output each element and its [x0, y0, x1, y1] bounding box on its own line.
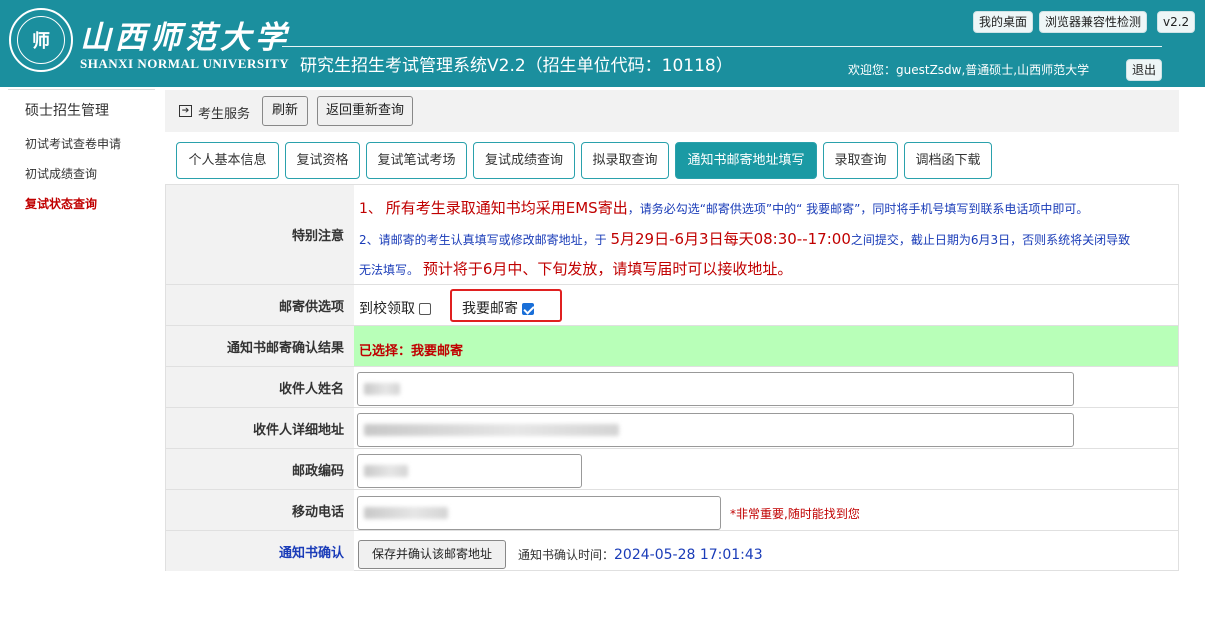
welcome-text: 欢迎您：guestZsdw,普通硕士,山西师范大学: [848, 63, 1090, 77]
postal-code-label: 邮政编码: [166, 449, 354, 489]
tab-mailing-address[interactable]: 通知书邮寄地址填写: [675, 142, 817, 179]
sidebar-item-score-query[interactable]: 初试成绩查询: [25, 165, 97, 182]
recipient-name-row: 收件人姓名: [166, 366, 1178, 407]
university-seal-logo: 师: [9, 8, 73, 72]
university-name-cn: 山西师范大学: [80, 20, 290, 56]
redacted-phone: [364, 507, 448, 519]
mail-checkbox[interactable]: [522, 303, 535, 315]
arrow-right-icon: ➔: [179, 105, 192, 117]
phone-hint: *非常重要,随时能找到您: [730, 507, 860, 521]
recipient-address-label: 收件人详细地址: [166, 408, 354, 448]
pickup-option-label: 到校领取: [359, 301, 415, 317]
confirm-time-text: 通知书确认时间：2024-05-28 17:01:43: [518, 546, 763, 563]
tab-file-transfer-download[interactable]: 调档函下载: [904, 142, 992, 179]
breadcrumb-label: 考生服务: [198, 107, 251, 122]
mobile-phone-input[interactable]: [357, 496, 721, 530]
tab-retest-qualification[interactable]: 复试资格: [285, 142, 360, 179]
result-label: 通知书邮寄确认结果: [166, 326, 354, 366]
mail-option-label: 邮寄供选项: [166, 285, 354, 325]
header-banner: 师 山西师范大学 SHANXI NORMAL UNIVERSITY 研究生招生考…: [0, 0, 1205, 87]
sidebar-item-exam-review[interactable]: 初试考试查卷申请: [25, 135, 121, 152]
result-value-cell: 已选择：我要邮寄: [354, 326, 1178, 366]
notice-label: 特别注意: [166, 185, 354, 284]
tab-written-exam-room[interactable]: 复试笔试考场: [366, 142, 467, 179]
confirm-time-label: 通知书确认时间：: [518, 548, 615, 562]
notice-content: 1、 所有考生录取通知书均采用EMS寄出，请务必勾选“邮寄供选项”中的“ 我要邮…: [354, 185, 1178, 284]
recipient-address-row: 收件人详细地址: [166, 407, 1178, 448]
mobile-phone-label: 移动电话: [166, 490, 354, 530]
mobile-phone-row: 移动电话 *非常重要,随时能找到您: [166, 489, 1178, 530]
redacted-name: [364, 383, 400, 395]
confirm-row: 通知书确认 保存并确认该邮寄地址 通知书确认时间：2024-05-28 17:0…: [166, 530, 1178, 571]
save-confirm-button[interactable]: 保存并确认该邮寄地址: [358, 540, 506, 569]
sidebar-divider: [8, 89, 155, 90]
header-divider: [282, 46, 1162, 47]
system-title: 研究生招生考试管理系统V2.2（招生单位代码：10118）: [300, 56, 733, 76]
recipient-name-cell: [354, 367, 1178, 407]
notice-1-emphasis: 所有考生录取通知书均采用EMS寄出: [385, 199, 628, 217]
notice-2-end: 之间提交，截止日期为6月3日，否则系统将关闭导致: [850, 233, 1131, 247]
tab-retest-score[interactable]: 复试成绩查询: [473, 142, 575, 179]
mobile-phone-cell: *非常重要,随时能找到您: [354, 490, 1178, 530]
tab-personal-info[interactable]: 个人基本信息: [176, 142, 279, 179]
mail-option-row: 邮寄供选项 到校领取 我要邮寄: [166, 284, 1178, 325]
mailing-form: 特别注意 1、 所有考生录取通知书均采用EMS寄出，请务必勾选“邮寄供选项”中的…: [165, 184, 1179, 571]
breadcrumb-bar: ➔ 考生服务 刷新 返回重新查询: [165, 90, 1179, 132]
university-name-en: SHANXI NORMAL UNIVERSITY: [80, 56, 290, 71]
mail-option[interactable]: 我要邮寄: [462, 298, 535, 318]
back-requery-button[interactable]: 返回重新查询: [317, 96, 413, 126]
result-row: 通知书邮寄确认结果 已选择：我要邮寄: [166, 325, 1178, 366]
notice-line-1: 1、 所有考生录取通知书均采用EMS寄出，请务必勾选“邮寄供选项”中的“ 我要邮…: [359, 197, 1088, 218]
postal-code-cell: [354, 449, 1178, 489]
notice-2-dates: 5月29日-6月3日每天08:30--17:00: [610, 230, 851, 248]
logout-button[interactable]: 退出: [1126, 59, 1163, 81]
browser-compat-button[interactable]: 浏览器兼容性检测: [1039, 11, 1148, 33]
postal-code-input[interactable]: [357, 454, 582, 488]
pickup-checkbox[interactable]: [419, 303, 432, 315]
notice-3-emphasis: 预计将于6月中、下旬发放，请填写届时可以接收地址。: [422, 260, 793, 278]
postal-code-row: 邮政编码: [166, 448, 1178, 489]
notice-2-start: 2、请邮寄的考生认真填写或修改邮寄地址，于: [359, 233, 611, 247]
my-desktop-button[interactable]: 我的桌面: [973, 11, 1034, 33]
confirm-cell: 保存并确认该邮寄地址 通知书确认时间：2024-05-28 17:01:43: [354, 531, 1178, 571]
tab-admission-query[interactable]: 录取查询: [823, 142, 898, 179]
mail-option-values: 到校领取 我要邮寄: [354, 285, 1178, 325]
notice-row: 特别注意 1、 所有考生录取通知书均采用EMS寄出，请务必勾选“邮寄供选项”中的…: [166, 185, 1178, 284]
recipient-address-input[interactable]: [357, 413, 1074, 447]
redacted-address: [364, 424, 619, 436]
version-button[interactable]: v2.2: [1157, 11, 1196, 33]
mail-option-label-text: 我要邮寄: [462, 301, 518, 317]
result-value: 已选择：我要邮寄: [359, 344, 464, 359]
notice-3-start: 无法填写。: [359, 263, 420, 277]
confirm-time-value: 2024-05-28 17:01:43: [614, 547, 763, 563]
notice-line-3: 无法填写。 预计将于6月中、下旬发放，请填写届时可以接收地址。: [359, 258, 792, 279]
tab-proposed-admission[interactable]: 拟录取查询: [581, 142, 669, 179]
notice-1-prefix: 1、: [359, 201, 382, 217]
sidebar-heading[interactable]: 硕士招生管理: [25, 100, 109, 120]
pickup-option[interactable]: 到校领取: [359, 298, 432, 318]
confirm-label: 通知书确认: [166, 531, 354, 571]
notice-line-2: 2、请邮寄的考生认真填写或修改邮寄地址，于 5月29日-6月3日每天08:30-…: [359, 228, 1130, 249]
recipient-name-input[interactable]: [357, 372, 1074, 406]
redacted-postal-code: [364, 465, 408, 477]
sidebar-item-retest-status[interactable]: 复试状态查询: [25, 195, 97, 212]
notice-1-rest: ，请务必勾选“邮寄供选项”中的“ 我要邮寄”，同时将手机号填写到联系电话项中即可…: [627, 202, 1089, 216]
seal-inner: 师: [17, 16, 65, 64]
recipient-name-label: 收件人姓名: [166, 367, 354, 407]
recipient-address-cell: [354, 408, 1178, 448]
refresh-button[interactable]: 刷新: [262, 96, 308, 126]
